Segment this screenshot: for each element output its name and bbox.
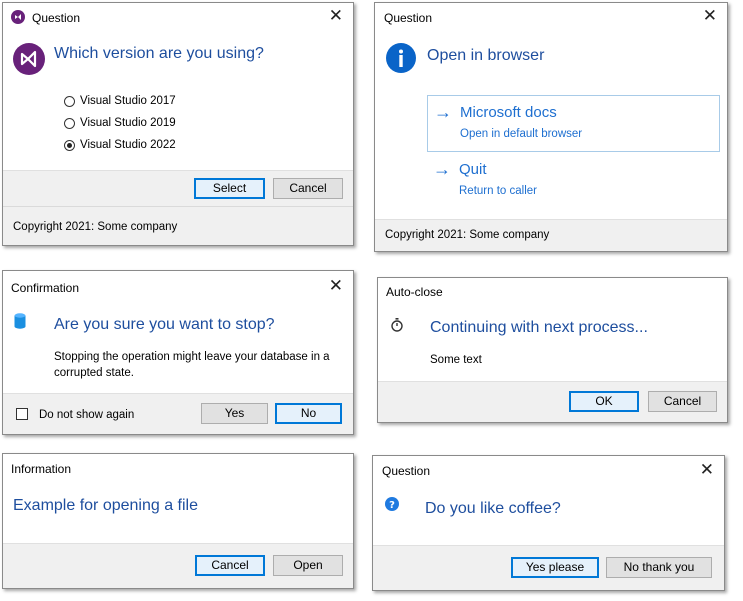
dialog-information: Information Example for opening a file C…: [2, 453, 354, 589]
footer-divider: [3, 206, 353, 207]
dialog-title: Question: [32, 11, 81, 25]
dialog-heading: Which version are you using?: [54, 45, 264, 62]
button-area: Yes please No thank you: [373, 545, 724, 590]
yes-button[interactable]: Yes: [201, 403, 268, 424]
title-bar[interactable]: Question ✕: [3, 3, 353, 33]
arrow-right-icon: →: [433, 159, 451, 179]
no-button[interactable]: No: [275, 403, 342, 424]
do-not-show-again-checkbox[interactable]: [16, 408, 28, 420]
close-icon[interactable]: ✕: [700, 460, 714, 480]
cancel-button[interactable]: Cancel: [648, 391, 717, 412]
cancel-button[interactable]: Cancel: [273, 178, 343, 199]
database-icon: [14, 313, 26, 334]
radio-label: Visual Studio 2022: [80, 139, 176, 151]
dialog-heading: Continuing with next process...: [430, 319, 648, 336]
dialog-heading: Do you like coffee?: [425, 500, 561, 517]
footer-copyright: Copyright 2021: Some company: [385, 229, 550, 241]
command-link-subtitle: Open in default browser: [460, 128, 583, 140]
button-area: Select Cancel Copyright 2021: Some compa…: [3, 170, 353, 245]
dialog-title: Question: [382, 464, 431, 478]
command-link-subtitle: Return to caller: [459, 185, 537, 197]
button-area: Cancel Open: [3, 543, 353, 588]
close-icon[interactable]: ✕: [329, 6, 343, 26]
title-bar[interactable]: Confirmation ✕: [3, 271, 353, 301]
radio-label: Visual Studio 2019: [80, 117, 176, 129]
title-bar[interactable]: Auto-close: [378, 278, 727, 308]
dialog-confirmation: Confirmation ✕ Are you sure you want to …: [2, 270, 354, 435]
radio-button[interactable]: [64, 117, 75, 129]
command-link-title: Quit: [459, 161, 487, 178]
ok-button[interactable]: OK: [569, 391, 639, 412]
dialog-title: Confirmation: [11, 281, 80, 295]
title-bar[interactable]: Information: [3, 454, 353, 484]
question-icon: ?: [385, 497, 399, 516]
footer-copyright: Copyright 2021: Some company: [13, 221, 178, 233]
dialog-title: Question: [384, 11, 433, 25]
no-thank-you-button[interactable]: No thank you: [606, 557, 712, 578]
info-icon: [386, 43, 416, 78]
button-area: Do not show again Yes No: [3, 393, 353, 434]
dialog-heading: Are you sure you want to stop?: [54, 316, 275, 333]
close-icon[interactable]: ✕: [329, 276, 343, 296]
button-area: OK Cancel: [378, 381, 727, 422]
svg-text:?: ?: [389, 500, 395, 511]
dialog-open-browser: Question ✕ Open in browser → Microsoft d…: [374, 2, 728, 252]
yes-please-button[interactable]: Yes please: [511, 557, 599, 578]
radio-button[interactable]: [64, 95, 75, 107]
dialog-title: Auto-close: [386, 285, 443, 299]
stopwatch-icon: [390, 318, 404, 337]
command-link-title: Microsoft docs: [460, 104, 557, 121]
dialog-title: Information: [11, 462, 72, 476]
visual-studio-logo-icon: [13, 43, 45, 80]
close-icon[interactable]: ✕: [703, 6, 717, 26]
dialog-message: Stopping the operation might leave your …: [54, 351, 330, 379]
checkbox-label: Do not show again: [39, 409, 135, 421]
dialog-heading: Example for opening a file: [13, 497, 198, 514]
radio-button-selected[interactable]: [64, 139, 75, 151]
radio-label: Visual Studio 2017: [80, 95, 176, 107]
select-button[interactable]: Select: [194, 178, 265, 199]
command-link-quit[interactable]: → Quit Return to caller: [427, 153, 720, 205]
visual-studio-small-icon: [11, 10, 25, 29]
open-button[interactable]: Open: [273, 555, 343, 576]
radio-option-vs2022[interactable]: Visual Studio 2022: [64, 139, 176, 151]
dialog-auto-close: Auto-close Continuing with next process.…: [377, 277, 728, 423]
footer-area: Copyright 2021: Some company: [375, 219, 727, 251]
dialog-coffee: Question ✕ ? Do you like coffee? Yes ple…: [372, 455, 725, 591]
title-bar[interactable]: Question ✕: [375, 3, 727, 33]
title-bar[interactable]: Question ✕: [373, 456, 724, 486]
arrow-right-icon: →: [434, 102, 452, 122]
dialog-message: Some text: [430, 354, 482, 366]
dialog-version: Question ✕ Which version are you using? …: [2, 2, 354, 246]
radio-option-vs2017[interactable]: Visual Studio 2017: [64, 95, 176, 107]
command-link-microsoft-docs[interactable]: → Microsoft docs Open in default browser: [427, 95, 720, 152]
cancel-button[interactable]: Cancel: [195, 555, 265, 576]
dialog-heading: Open in browser: [427, 47, 545, 64]
radio-option-vs2019[interactable]: Visual Studio 2019: [64, 117, 176, 129]
